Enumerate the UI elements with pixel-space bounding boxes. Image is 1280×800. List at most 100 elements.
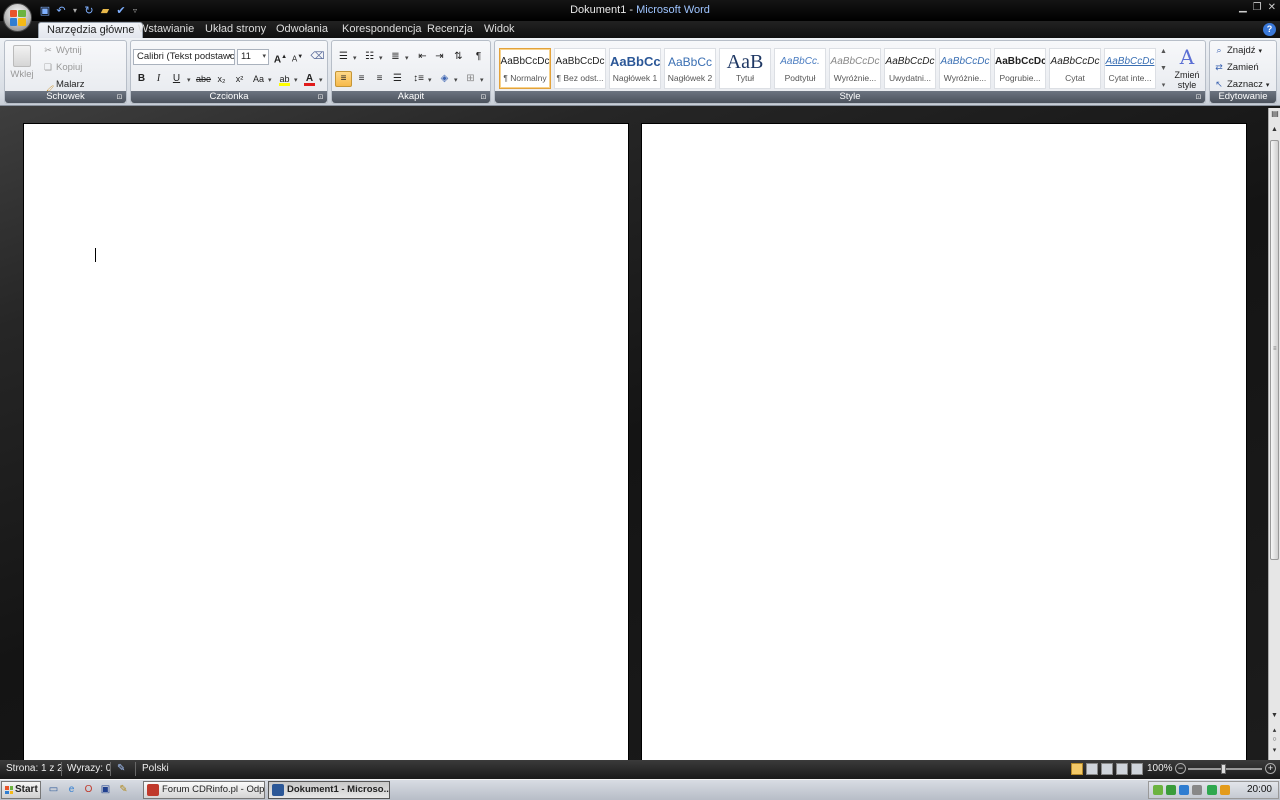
style-normal[interactable]: AaBbCcDc ¶ Normalny [499, 48, 551, 89]
tab-mailings[interactable]: Korespondencja [334, 22, 430, 38]
paste-button[interactable]: Wklej [9, 45, 35, 89]
document-page-1[interactable] [23, 123, 629, 760]
find-button[interactable]: ⌕ Znajdź ▾ [1214, 45, 1262, 56]
security-icon[interactable] [1179, 785, 1189, 795]
zoom-out-icon[interactable]: − [1175, 763, 1186, 774]
font-color-button[interactable]: A [301, 71, 318, 87]
scroll-up-icon[interactable]: ▲ [1269, 126, 1280, 138]
battery-icon[interactable] [1153, 785, 1163, 795]
tab-page-layout[interactable]: Układ strony [197, 22, 274, 38]
clipboard-launcher-icon[interactable]: ⊡ [115, 93, 124, 102]
style-strong[interactable]: AaBbCcDc Pogrubie... [994, 48, 1046, 89]
tab-insert[interactable]: Wstawianie [130, 22, 202, 38]
help-icon[interactable]: ? [1263, 23, 1276, 36]
style-heading-2[interactable]: AaBbCc Nagłówek 2 [664, 48, 716, 89]
style-emphasis[interactable]: AaBbCcDc Uwydatni... [884, 48, 936, 89]
grow-font-button[interactable]: A▲ [272, 49, 289, 65]
font-launcher-icon[interactable]: ⊡ [316, 93, 325, 102]
tab-references[interactable]: Odwołania [268, 22, 336, 38]
zoom-in-icon[interactable]: + [1265, 763, 1276, 774]
restore-icon[interactable]: ❐ [1253, 2, 1262, 13]
cut-button[interactable]: ✂ Wytnij [43, 45, 82, 56]
font-name-combo[interactable]: Calibri (Tekst podstawc ▾ [133, 49, 235, 65]
line-spacing-button[interactable]: ↕≡ [410, 71, 427, 87]
draft-view-icon[interactable] [1131, 763, 1143, 775]
sort-button[interactable]: ⇅ [450, 49, 467, 65]
style-quote[interactable]: AaBbCcDc Cytat [1049, 48, 1101, 89]
bullets-dropdown-icon[interactable]: ▾ [353, 54, 357, 62]
next-page-icon[interactable]: ▾ [1269, 746, 1280, 758]
floppy-icon[interactable]: ▣ [99, 783, 112, 796]
vertical-scrollbar[interactable]: ▤ ▲ ≡ ▼ ▴ ○ ▾ [1268, 108, 1280, 760]
gallery-more-icon[interactable]: ▾ [1162, 81, 1166, 89]
shrink-font-button[interactable]: A▼ [289, 49, 306, 65]
numbering-button[interactable]: ☷ [361, 49, 378, 65]
web-layout-icon[interactable] [1101, 763, 1113, 775]
start-button[interactable]: Start [1, 781, 41, 799]
messenger-icon[interactable] [1220, 785, 1230, 795]
taskbar-item-word[interactable]: Dokument1 - Microso... [268, 781, 390, 799]
update-icon[interactable] [1207, 785, 1217, 795]
justify-button[interactable]: ☰ [389, 71, 406, 87]
scroll-down-icon[interactable]: ▼ [1269, 712, 1280, 724]
underline-button[interactable]: U [168, 71, 185, 87]
align-center-button[interactable]: ≡ [353, 71, 370, 87]
borders-dropdown-icon[interactable]: ▾ [480, 76, 484, 84]
style-intense-emphasis[interactable]: AaBbCcDc Wyróżnie... [939, 48, 991, 89]
zoom-level[interactable]: 100% [1147, 763, 1173, 774]
styles-launcher-icon[interactable]: ⊡ [1194, 93, 1203, 102]
show-marks-button[interactable]: ¶ [470, 49, 487, 65]
decrease-indent-button[interactable]: ⇤ [414, 49, 431, 65]
underline-dropdown-icon[interactable]: ▾ [187, 76, 191, 84]
shading-button[interactable]: ◈ [436, 71, 453, 87]
document-page-2[interactable] [641, 123, 1247, 760]
bold-button[interactable]: B [133, 71, 150, 87]
style-subtle-emphasis[interactable]: AaBbCcDc Wyróżnie... [829, 48, 881, 89]
gallery-down-icon[interactable]: ▼ [1160, 65, 1167, 72]
gallery-up-icon[interactable]: ▲ [1160, 48, 1167, 55]
replace-button[interactable]: ⇄ Zamień [1214, 62, 1258, 73]
select-button[interactable]: ↖ Zaznacz ▾ [1214, 79, 1269, 90]
clear-formatting-button[interactable]: ⌫ [309, 49, 326, 65]
outline-view-icon[interactable] [1116, 763, 1128, 775]
show-desktop-icon[interactable]: ▭ [47, 783, 60, 796]
paragraph-launcher-icon[interactable]: ⊡ [479, 93, 488, 102]
numbering-dropdown-icon[interactable]: ▾ [379, 54, 383, 62]
change-styles-button[interactable]: A Zmień style [1171, 44, 1203, 90]
borders-button[interactable]: ⊞ [462, 71, 479, 87]
print-layout-icon[interactable] [1071, 763, 1083, 775]
word-count[interactable]: Wyrazy: 0 [67, 763, 111, 774]
font-color-dropdown-icon[interactable]: ▾ [319, 76, 323, 84]
office-button[interactable] [3, 3, 32, 32]
bullets-button[interactable]: ☰ [335, 49, 352, 65]
tool-icon[interactable]: ✎ [117, 783, 130, 796]
highlight-dropdown-icon[interactable]: ▾ [294, 76, 298, 84]
view-ruler-icon[interactable]: ▤ [1270, 109, 1280, 123]
highlight-button[interactable]: ab [276, 71, 293, 87]
align-right-button[interactable]: ≡ [371, 71, 388, 87]
proofing-icon[interactable]: ✎ [117, 763, 125, 774]
minimize-icon[interactable]: ▁ [1239, 2, 1247, 13]
copy-button[interactable]: ❏ Kopiuj [43, 62, 82, 73]
network-icon[interactable] [1166, 785, 1176, 795]
close-icon[interactable]: ✕ [1268, 2, 1276, 13]
style-title[interactable]: AaB Tytuł [719, 48, 771, 89]
tab-review[interactable]: Recenzja [419, 22, 481, 38]
shading-dropdown-icon[interactable]: ▾ [454, 76, 458, 84]
page-counter[interactable]: Strona: 1 z 2 [6, 763, 63, 774]
line-spacing-dropdown-icon[interactable]: ▾ [428, 76, 432, 84]
change-case-dropdown-icon[interactable]: ▾ [268, 76, 272, 84]
zoom-slider-thumb[interactable] [1221, 764, 1226, 774]
align-left-button[interactable]: ≡ [335, 71, 352, 87]
style-heading-1[interactable]: AaBbCc Nagłówek 1 [609, 48, 661, 89]
tab-home[interactable]: Narzędzia główne [38, 22, 144, 38]
tab-view[interactable]: Widok [476, 22, 523, 38]
subscript-button[interactable]: x₂ [213, 71, 230, 87]
multilevel-list-button[interactable]: ≣ [387, 49, 404, 65]
style-no-spacing[interactable]: AaBbCcDc ¶ Bez odst... [554, 48, 606, 89]
full-screen-reading-icon[interactable] [1086, 763, 1098, 775]
language-indicator[interactable]: Polski [142, 763, 169, 774]
change-case-button[interactable]: Aa [250, 71, 267, 87]
scroll-thumb[interactable]: ≡ [1270, 140, 1279, 560]
style-subtitle[interactable]: AaBbCc. Podtytuł [774, 48, 826, 89]
